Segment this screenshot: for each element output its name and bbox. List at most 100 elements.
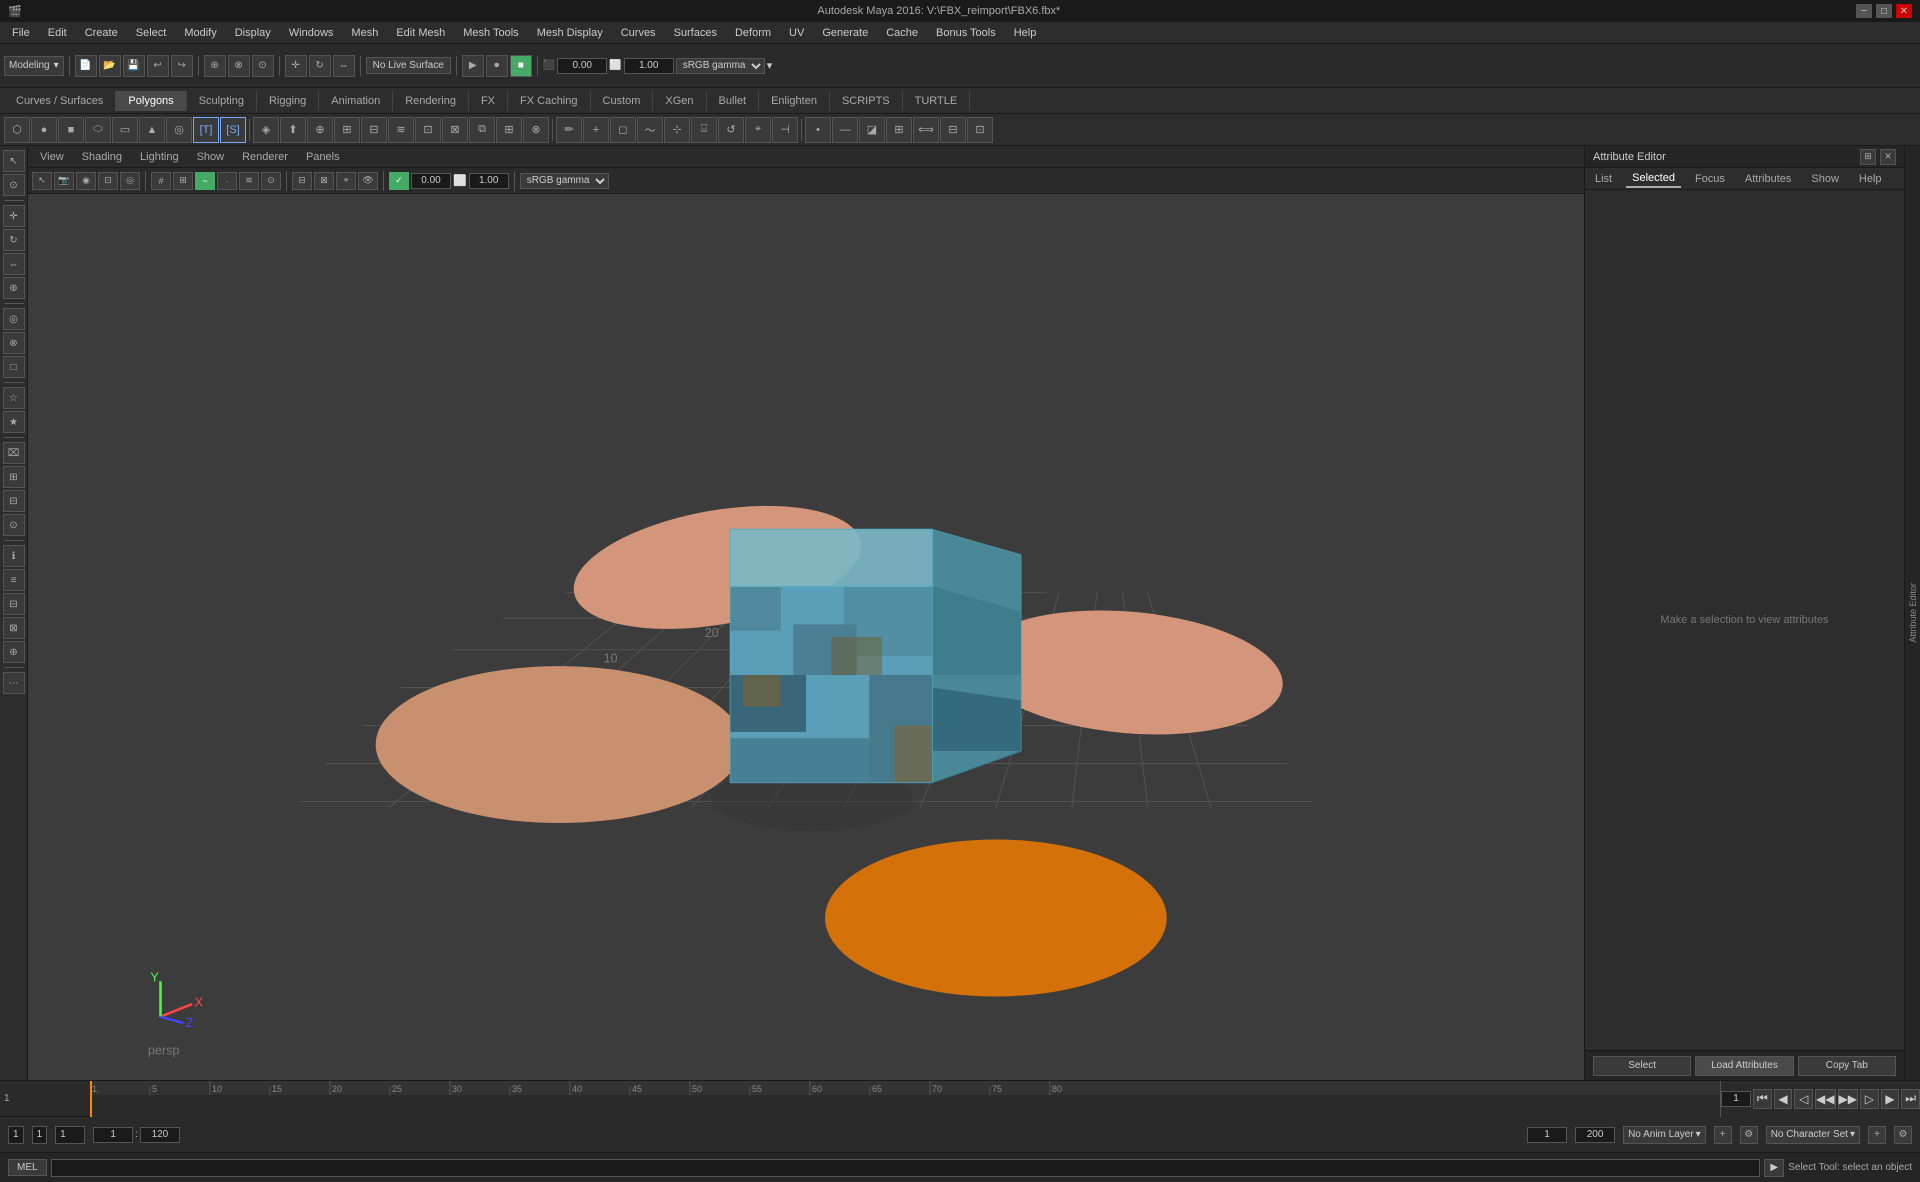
script-input-field[interactable] xyxy=(51,1159,1761,1177)
undo-button[interactable]: ↩ xyxy=(147,55,169,77)
layer-editor-button[interactable]: ⊟ xyxy=(3,593,25,615)
workspace-dropdown[interactable]: Modeling ▾ xyxy=(4,56,64,76)
left-ellipse[interactable] xyxy=(376,666,743,823)
menu-deform[interactable]: Deform xyxy=(727,25,779,41)
menu-mesh-display[interactable]: Mesh Display xyxy=(529,25,611,41)
vp-menu-panels[interactable]: Panels xyxy=(298,149,348,165)
menu-select[interactable]: Select xyxy=(128,25,175,41)
channel-box-button[interactable]: ≡ xyxy=(3,569,25,591)
mel-python-tab[interactable]: MEL xyxy=(8,1159,47,1176)
vp-manip-btn[interactable]: ⌖ xyxy=(336,172,356,190)
menu-edit-mesh[interactable]: Edit Mesh xyxy=(388,25,453,41)
tab-rigging[interactable]: Rigging xyxy=(257,91,319,111)
menu-mesh-tools[interactable]: Mesh Tools xyxy=(455,25,526,41)
shelf-boolean-icon[interactable]: ⊗ xyxy=(523,117,549,143)
playhead[interactable] xyxy=(90,1081,92,1117)
tab-turtle[interactable]: TURTLE xyxy=(903,91,971,111)
shelf-mirror-icon[interactable]: ⊟ xyxy=(940,117,966,143)
ae-tab-selected[interactable]: Selected xyxy=(1626,170,1681,188)
shelf-merge-icon[interactable]: ⊕ xyxy=(307,117,333,143)
character-set-add-button[interactable]: + xyxy=(1868,1126,1886,1144)
anim-end-field[interactable] xyxy=(1575,1127,1615,1143)
vp-snap-point-btn[interactable]: · xyxy=(217,172,237,190)
tab-curves-surfaces[interactable]: Curves / Surfaces xyxy=(4,91,116,111)
ae-undock-button[interactable]: ⊞ xyxy=(1860,149,1876,165)
shelf-vertex-icon[interactable]: • xyxy=(805,117,831,143)
prev-frame-button[interactable]: ◀ xyxy=(1774,1089,1793,1109)
tab-polygons[interactable]: Polygons xyxy=(116,91,186,111)
vp-far-clip-field[interactable] xyxy=(469,173,509,189)
new-scene-button[interactable]: 📄 xyxy=(75,55,97,77)
vp-near-clip-field[interactable] xyxy=(411,173,451,189)
vp-menu-renderer[interactable]: Renderer xyxy=(234,149,296,165)
menu-windows[interactable]: Windows xyxy=(281,25,342,41)
vp-wireframe-btn[interactable]: ⊡ xyxy=(98,172,118,190)
shelf-wedge-icon[interactable]: ⌺ xyxy=(691,117,717,143)
vp-snap-view-btn[interactable]: ⊙ xyxy=(261,172,281,190)
shelf-crease-icon[interactable]: 〜 xyxy=(637,117,663,143)
no-live-surface-badge[interactable]: No Live Surface xyxy=(366,57,451,74)
save-scene-button[interactable]: 💾 xyxy=(123,55,145,77)
current-frame-field[interactable] xyxy=(1721,1091,1751,1107)
vp-menu-shading[interactable]: Shading xyxy=(74,149,130,165)
key-indicator[interactable]: 1 xyxy=(55,1126,85,1144)
vp-menu-view[interactable]: View xyxy=(32,149,72,165)
tab-enlighten[interactable]: Enlighten xyxy=(759,91,830,111)
track-button[interactable]: ⌧ xyxy=(3,442,25,464)
viewport[interactable]: View Shading Lighting Show Renderer Pane… xyxy=(28,146,1584,1080)
menu-create[interactable]: Create xyxy=(77,25,126,41)
prev-key-button[interactable]: ◁ xyxy=(1794,1089,1813,1109)
menu-surfaces[interactable]: Surfaces xyxy=(666,25,725,41)
shelf-extract-icon[interactable]: ⊞ xyxy=(496,117,522,143)
menu-file[interactable]: File xyxy=(4,25,38,41)
paint-select-button[interactable]: ⊙ xyxy=(3,174,25,196)
vp-gamma-dropdown[interactable]: sRGB gamma xyxy=(520,173,609,189)
shelf-separate-icon[interactable]: ⧉ xyxy=(469,117,495,143)
vp-menu-show[interactable]: Show xyxy=(189,149,233,165)
bottom-orange-ellipse[interactable] xyxy=(825,840,1167,997)
menu-uv[interactable]: UV xyxy=(781,25,812,41)
hide-manips-button[interactable]: ★ xyxy=(3,411,25,433)
value-field-2[interactable]: 1.00 xyxy=(624,58,674,74)
maximize-button[interactable]: □ xyxy=(1876,4,1892,18)
universal-manip-button[interactable]: ⊕ xyxy=(3,277,25,299)
vp-menu-lighting[interactable]: Lighting xyxy=(132,149,187,165)
attr-editor-button[interactable]: ⊠ xyxy=(3,617,25,639)
vp-camera-btn[interactable]: 👁 xyxy=(358,172,378,190)
vp-resolution-btn[interactable]: ⊟ xyxy=(292,172,312,190)
shelf-draw-icon[interactable]: ✏ xyxy=(556,117,582,143)
minimize-button[interactable]: − xyxy=(1856,4,1872,18)
scale-lt-button[interactable]: ⇔ xyxy=(3,253,25,275)
show-manips-button[interactable]: ☆ xyxy=(3,387,25,409)
shelf-sphere-icon[interactable]: ● xyxy=(31,117,57,143)
vp-smooth-btn[interactable]: ◎ xyxy=(120,172,140,190)
play-back-button[interactable]: ◀◀ xyxy=(1815,1089,1835,1109)
shelf-select-icon[interactable]: ⬡ xyxy=(4,117,30,143)
shelf-connect-icon[interactable]: ⌖ xyxy=(745,117,771,143)
go-to-end-button[interactable]: ⏭ xyxy=(1901,1089,1920,1109)
vp-attr-btn[interactable]: ⊠ xyxy=(314,172,334,190)
vp-snap-grid-btn[interactable]: ⊞ xyxy=(173,172,193,190)
shelf-text-icon[interactable]: [T] xyxy=(193,117,219,143)
shelf-spin-icon[interactable]: ↺ xyxy=(718,117,744,143)
menu-help[interactable]: Help xyxy=(1006,25,1045,41)
tab-fx-caching[interactable]: FX Caching xyxy=(508,91,590,111)
tab-fx[interactable]: FX xyxy=(469,91,508,111)
shelf-bridge-icon[interactable]: ⊞ xyxy=(334,117,360,143)
menu-mesh[interactable]: Mesh xyxy=(343,25,386,41)
vp-snap-surface-btn[interactable]: ≋ xyxy=(239,172,259,190)
ae-close-button[interactable]: ✕ xyxy=(1880,149,1896,165)
close-button[interactable]: ✕ xyxy=(1896,4,1912,18)
rotate-tool-button[interactable]: ↻ xyxy=(309,55,331,77)
play-forward-button[interactable]: ▶▶ xyxy=(1838,1089,1858,1109)
vp-select-btn[interactable]: ↖ xyxy=(32,172,52,190)
frame-field-1[interactable]: 1 xyxy=(32,1126,48,1144)
ae-tab-attributes[interactable]: Attributes xyxy=(1739,171,1797,187)
orbit-button[interactable]: ⊙ xyxy=(3,514,25,536)
shelf-face-icon[interactable]: ◪ xyxy=(859,117,885,143)
shelf-fill-hole-icon[interactable]: ⊟ xyxy=(361,117,387,143)
marquee-button[interactable]: □ xyxy=(3,356,25,378)
tab-custom[interactable]: Custom xyxy=(591,91,654,111)
shelf-combine-icon[interactable]: ⊠ xyxy=(442,117,468,143)
go-to-start-button[interactable]: ⏮ xyxy=(1753,1089,1772,1109)
